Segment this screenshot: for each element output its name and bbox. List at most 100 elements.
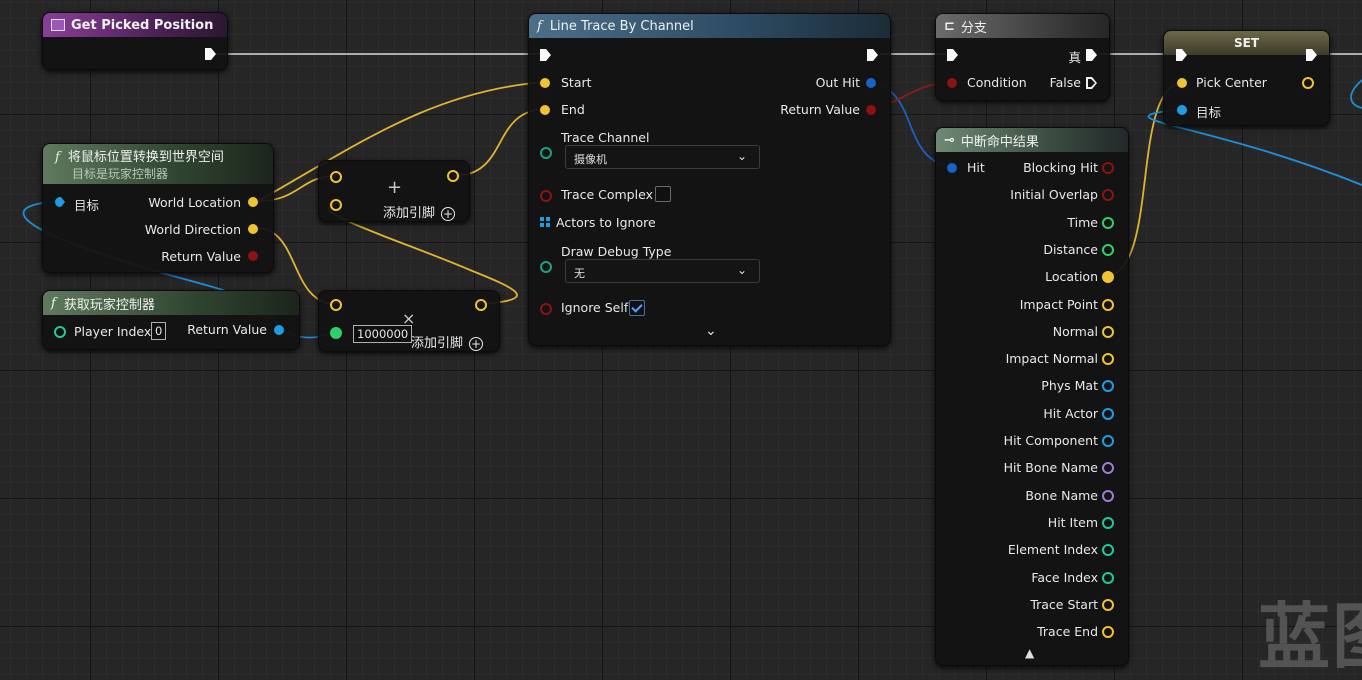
world-direction-pin[interactable] <box>248 224 258 234</box>
line-trace-node[interactable]: f Line Trace By Channel Start End Out Hi… <box>528 13 891 346</box>
hit-output-label: Phys Mat <box>1041 378 1098 394</box>
hit-output-pin[interactable] <box>1102 353 1114 366</box>
add-input-a-pin[interactable] <box>330 171 342 183</box>
hit-output-pin[interactable] <box>1102 298 1114 311</box>
branch-icon: ⊏ <box>944 18 955 34</box>
exec-out-pin[interactable] <box>867 49 878 61</box>
hit-in-pin[interactable] <box>947 163 957 173</box>
hit-output-label: Initial Overlap <box>1010 187 1098 203</box>
set-node[interactable]: SET Pick Center 目标 <box>1163 30 1330 126</box>
hit-output-label: Impact Point <box>1019 296 1098 312</box>
add-vector-node[interactable]: + 添加引脚 + <box>318 160 470 222</box>
line-trace-return-pin[interactable] <box>866 105 876 115</box>
get-player-controller-node[interactable]: f 获取玩家控制器 Player Index 0 Return Value <box>42 290 300 350</box>
target-label: 目标 <box>74 198 100 213</box>
event-node-get-picked-position[interactable]: Get Picked Position <box>42 12 228 70</box>
trace-channel-pin[interactable] <box>540 147 552 159</box>
draw-debug-dropdown[interactable]: 无 ⌄ <box>565 259 760 283</box>
hit-output-label: Hit Bone Name <box>1003 460 1098 476</box>
player-index-input[interactable]: 0 <box>151 322 167 340</box>
return-value-label: Return Value <box>161 249 241 264</box>
break-hit-result-node[interactable]: ⊸ 中断命中结果 Hit ▲ Blocking Hit Initial Overl… <box>935 127 1129 666</box>
chevron-down-icon: ⌄ <box>736 263 747 277</box>
hit-output-pin[interactable] <box>1102 243 1114 256</box>
end-in-pin[interactable] <box>540 105 550 115</box>
actors-to-ignore-grid-icon[interactable] <box>540 217 550 227</box>
hit-output-pin[interactable] <box>1102 571 1114 584</box>
hit-output-label: Hit Item <box>1047 514 1098 530</box>
out-hit-pin[interactable] <box>866 78 876 88</box>
exec-in-pin[interactable] <box>947 49 958 61</box>
player-index-label: Player Index <box>74 324 152 339</box>
line-trace-header: f Line Trace By Channel <box>529 14 890 38</box>
add-input-b-pin[interactable] <box>330 199 342 211</box>
multiply-value-input[interactable]: 1000000 <box>353 325 413 343</box>
start-in-pin[interactable] <box>540 78 550 88</box>
ignore-self-pin[interactable] <box>540 303 552 315</box>
trace-channel-dropdown[interactable]: 摄像机 ⌄ <box>565 145 760 169</box>
player-index-pin[interactable] <box>54 326 66 338</box>
hit-output-pin[interactable] <box>1102 407 1114 420</box>
add-output-pin[interactable] <box>447 170 459 182</box>
convert-subtitle: 目标是玩家控制器 <box>72 167 169 181</box>
hit-output-label: Element Index <box>1007 542 1098 558</box>
hit-output-pin[interactable] <box>1102 544 1114 557</box>
trace-complex-pin[interactable] <box>540 190 552 202</box>
hit-output-pin[interactable] <box>1102 435 1114 447</box>
trace-complex-checkbox[interactable] <box>655 186 671 202</box>
add-circle-icon: + <box>469 336 484 351</box>
multiply-input-a-pin[interactable] <box>330 299 342 311</box>
false-exec-pin[interactable] <box>1086 77 1097 89</box>
pick-center-in-pin[interactable] <box>1177 78 1187 88</box>
hit-output-pin[interactable] <box>1102 189 1114 202</box>
break-icon: ⊸ <box>944 132 955 148</box>
hit-output-pin[interactable] <box>1102 626 1114 639</box>
multiply-vector-node[interactable]: × 1000000 添加引脚 + <box>318 290 500 352</box>
hit-output-pin[interactable] <box>1102 598 1114 611</box>
draw-debug-pin[interactable] <box>540 261 552 273</box>
ignore-self-checkbox[interactable] <box>629 300 645 316</box>
event-icon <box>51 19 65 31</box>
branch-header: ⊏ 分支 <box>936 14 1109 38</box>
world-location-pin[interactable] <box>248 197 258 207</box>
multiply-output-pin[interactable] <box>475 299 487 311</box>
add-pin-button[interactable]: 添加引脚 + <box>383 202 456 221</box>
set-target-pin[interactable] <box>1177 105 1187 115</box>
pick-center-out-pin[interactable] <box>1302 77 1314 89</box>
convert-mouse-node[interactable]: f 将鼠标位置转换到世界空间 目标是玩家控制器 目标 World Location… <box>42 143 274 273</box>
hit-output-pin[interactable] <box>1102 462 1114 475</box>
hit-output-pin[interactable] <box>1102 516 1114 529</box>
condition-pin[interactable] <box>947 78 957 88</box>
actors-to-ignore-label: Actors to Ignore <box>556 215 656 230</box>
draw-debug-label: Draw Debug Type <box>561 244 672 259</box>
hit-output-label: Trace End <box>1037 624 1098 640</box>
true-exec-pin[interactable] <box>1086 49 1097 61</box>
add-circle-icon: + <box>441 206 456 221</box>
target-in-pin[interactable] <box>55 197 65 207</box>
pick-center-label: Pick Center <box>1196 75 1267 90</box>
set-target-label: 目标 <box>1196 105 1222 120</box>
end-label: End <box>561 102 585 117</box>
hit-output-pin[interactable] <box>1102 271 1114 284</box>
exec-out-pin[interactable] <box>205 48 216 60</box>
hit-output-label: Trace Start <box>1030 596 1098 612</box>
convert-title: 将鼠标位置转换到世界空间 <box>67 150 224 165</box>
multiply-add-pin-button[interactable]: 添加引脚 + <box>411 332 484 351</box>
return-value-pin[interactable] <box>248 251 258 261</box>
hit-output-pin[interactable] <box>1102 162 1114 174</box>
hit-output-pin[interactable] <box>1102 216 1114 229</box>
controller-return-pin[interactable] <box>274 325 284 335</box>
out-hit-label: Out Hit <box>815 75 860 90</box>
line-trace-title: Line Trace By Channel <box>549 18 694 34</box>
branch-node[interactable]: ⊏ 分支 真 Condition False <box>935 13 1110 101</box>
event-node-header: Get Picked Position <box>43 13 227 37</box>
hit-output-pin[interactable] <box>1102 325 1114 338</box>
hit-output-pin[interactable] <box>1102 489 1114 502</box>
draw-debug-value: 无 <box>574 267 585 280</box>
hit-output-pin[interactable] <box>1102 380 1114 393</box>
add-pin-label: 添加引脚 <box>411 336 464 351</box>
expand-chevron-icon[interactable]: ⌄ <box>705 323 717 339</box>
multiply-input-b-pin[interactable] <box>330 327 342 339</box>
exec-in-pin[interactable] <box>540 49 551 61</box>
collapse-chevron-icon[interactable]: ▲ <box>1025 646 1034 660</box>
